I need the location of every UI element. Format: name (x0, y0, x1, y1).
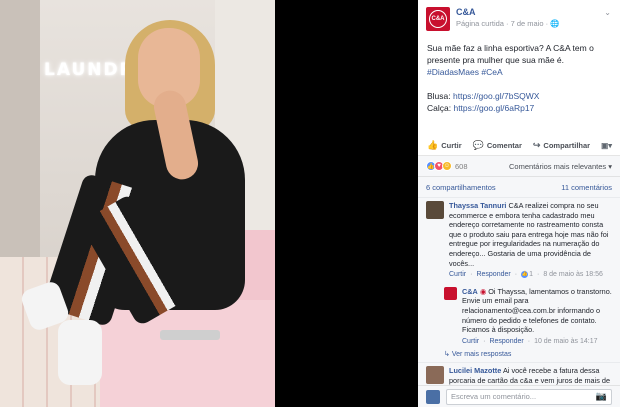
post-header: C&A C&A Página curtida · 7 de maio · 🌐 ⌄ (418, 0, 620, 36)
comment-date[interactable]: 10 de maio às 14:17 (534, 337, 597, 347)
photo-faucet (160, 330, 220, 340)
commenter-name[interactable]: C&A (462, 287, 478, 296)
caret-down-icon: ▾ (608, 141, 612, 150)
avatar[interactable] (444, 286, 457, 300)
chevron-down-icon[interactable]: ⌄ (604, 8, 611, 17)
comment-icon: 💬 (472, 140, 484, 150)
commenter-name[interactable]: Thayssa Tannuri (449, 201, 506, 210)
comment-composer: Escreva um comentário... 📷 (418, 385, 620, 407)
comment-reply-link[interactable]: Responder (476, 270, 510, 280)
comment: Thayssa Tannuri C&A realizei compra no s… (418, 197, 620, 283)
commenter-name[interactable]: Lucilei Mazotte (449, 366, 501, 375)
comment-text: C&A realizei compra no seu ecommerce e e… (449, 201, 609, 268)
comment-like-link[interactable]: Curtir (462, 337, 479, 347)
calca-label: Calça: (427, 103, 454, 113)
comments-box: 👍 ♥ ☺ 608 Comentários mais relevantes ▾ … (418, 155, 620, 407)
shares-count-link[interactable]: 6 compartilhamentos (426, 183, 496, 192)
reactions-row: 👍 ♥ ☺ 608 Comentários mais relevantes ▾ (418, 156, 620, 176)
comment-input[interactable]: Escreva um comentário... 📷 (446, 388, 612, 405)
comment-button[interactable]: 💬 Comentar (473, 140, 522, 151)
post-panel: C&A C&A Página curtida · 7 de maio · 🌐 ⌄… (418, 0, 620, 407)
post-text: Sua mãe faz a linha esportiva? A C&A tem… (427, 43, 594, 65)
more-replies-label: Ver mais respostas (451, 351, 512, 359)
reactions-count[interactable]: 608 (455, 162, 468, 171)
comment-label: Comentar (486, 141, 522, 150)
comment-date[interactable]: 8 de maio às 18:56 (543, 270, 603, 280)
ca-logo-icon: C&A (429, 10, 447, 28)
comment-like-link[interactable]: Curtir (449, 270, 466, 280)
post-photo[interactable]: LAUNDRY (0, 0, 275, 407)
share-button[interactable]: ↪ Compartilhar (533, 140, 590, 151)
avatar[interactable] (426, 201, 444, 219)
page-badge-icon: ◉ (479, 286, 487, 296)
page-name-link[interactable]: C&A (456, 7, 560, 17)
haha-reaction-icon: ☺ (442, 161, 452, 171)
comment-like-count[interactable]: 👍 1 (521, 270, 533, 280)
calca-link[interactable]: https://goo.gl/6aRp17 (453, 103, 534, 113)
share-label: Compartilhar (543, 141, 591, 150)
photo-sink-front (100, 300, 275, 407)
like-reaction-icon: 👍 (521, 271, 529, 279)
comment-reply: C&A ◉ Oi Thayssa, lamentamos o transtorn… (418, 283, 620, 349)
like-count: 1 (529, 271, 533, 279)
comment-reply-link[interactable]: Responder (489, 337, 523, 347)
share-audience-menu[interactable]: ▣ ▾ (601, 141, 612, 150)
like-button[interactable]: 👍 Curtir (427, 140, 462, 151)
avatar[interactable] (426, 366, 444, 385)
post-actions: 👍 Curtir 💬 Comentar ↪ Compartilhar ▣ ▾ (418, 140, 620, 151)
comment-sort-dropdown[interactable]: Comentários mais relevantes ▾ (509, 162, 612, 171)
post-meta: Página curtida · 7 de maio · (456, 19, 549, 28)
hashtag-link[interactable]: #DiadasMaes (427, 67, 479, 77)
comments-count-link[interactable]: 11 comentários (561, 183, 612, 192)
share-icon: ↪ (532, 140, 541, 150)
reactions[interactable]: 👍 ♥ ☺ (426, 161, 452, 171)
post-body: Sua mãe faz a linha esportiva? A C&A tem… (418, 36, 620, 114)
comment-placeholder: Escreva um comentário... (451, 392, 537, 401)
more-replies-link[interactable]: ↳ Ver mais respostas (418, 348, 620, 362)
blusa-label: Blusa: (427, 91, 453, 101)
like-label: Curtir (441, 141, 462, 150)
hashtag-link[interactable]: #CeA (481, 67, 502, 77)
page-avatar[interactable]: C&A (426, 7, 450, 31)
camera-icon[interactable]: 📷 (596, 391, 607, 402)
reply-arrow-icon: ↳ (444, 351, 450, 359)
globe-icon: 🌐 (550, 19, 560, 28)
blusa-link[interactable]: https://goo.gl/7bSQWX (453, 91, 539, 101)
sort-label: Comentários mais relevantes (509, 161, 607, 171)
avatar (426, 389, 440, 404)
shares-row: 6 compartilhamentos 11 comentários (418, 176, 620, 197)
photo-shoe-right (58, 320, 102, 385)
thumbs-up-icon: 👍 (427, 140, 439, 150)
